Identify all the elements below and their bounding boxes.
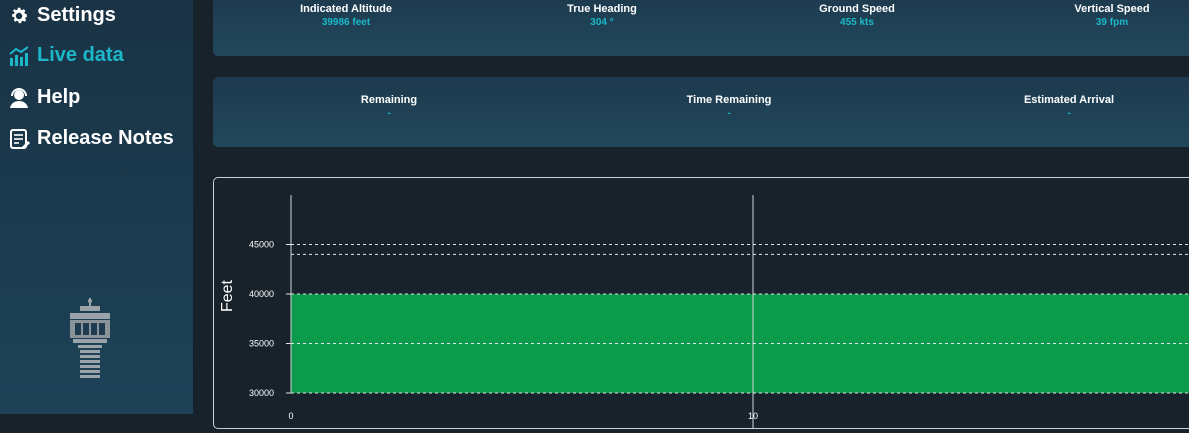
stat-label: Time Remaining xyxy=(686,94,772,106)
nav-label: Release Notes xyxy=(37,127,174,149)
nav-label: Help xyxy=(37,86,81,108)
stat-value: - xyxy=(727,108,731,119)
sidebar: Settings Live data Help Release Notes xyxy=(0,0,193,414)
altitude-chart: 4500040000350003000054010Feet xyxy=(219,195,1189,428)
stat-label: Estimated Arrival xyxy=(1023,94,1115,106)
stat-label: Vertical Speed xyxy=(1074,3,1150,15)
stat-value: 304 ° xyxy=(590,17,614,28)
chart-icon xyxy=(8,45,30,67)
nav-label: Settings xyxy=(37,4,116,26)
stat-estimated-arrival: Estimated Arrival - xyxy=(1024,94,1114,119)
stat-label: Ground Speed xyxy=(819,3,895,15)
x-tick-label: 10 xyxy=(748,411,758,421)
stat-label: Indicated Altitude xyxy=(300,3,392,15)
nav-item-live-data[interactable]: Live data xyxy=(8,44,124,67)
support-agent-icon xyxy=(8,87,30,109)
stat-value: - xyxy=(387,108,391,119)
route-stats-card: Remaining - Time Remaining - Estimated A… xyxy=(213,77,1189,147)
y-tick-label: 30000 xyxy=(249,388,274,398)
altitude-chart-panel: 4500040000350003000054010Feet xyxy=(213,177,1189,429)
y-tick-label: 40000 xyxy=(249,289,274,299)
nav-item-settings[interactable]: Settings xyxy=(8,4,116,27)
stat-altitude: Indicated Altitude 39986 feet xyxy=(300,3,392,28)
stat-label: True Heading xyxy=(567,3,637,15)
stat-vertical-speed: Vertical Speed 39 fpm xyxy=(1074,3,1149,28)
stat-value: - xyxy=(1067,108,1071,119)
stat-remaining: Remaining - xyxy=(361,94,417,119)
stat-heading: True Heading 304 ° xyxy=(567,3,637,28)
stat-value: 455 kts xyxy=(840,17,874,28)
stat-value: 39 fpm xyxy=(1095,17,1129,28)
y-tick-label: 45000 xyxy=(249,240,274,250)
stat-value: 39986 feet xyxy=(321,17,371,28)
nav-item-help[interactable]: Help xyxy=(8,86,80,109)
x-tick-label: 0 xyxy=(288,411,293,421)
nav-item-release-notes[interactable]: Release Notes xyxy=(8,127,174,150)
flight-stats-card: Indicated Altitude 39986 feet True Headi… xyxy=(213,0,1189,56)
stat-ground-speed: Ground Speed 455 kts xyxy=(819,3,895,28)
gear-icon xyxy=(8,5,30,27)
nav-label: Live data xyxy=(37,44,124,66)
control-tower-icon xyxy=(70,298,110,378)
stat-time-remaining: Time Remaining - xyxy=(687,94,772,119)
y-axis-label: Feet xyxy=(219,279,236,312)
stat-label: Remaining xyxy=(360,94,418,106)
notes-icon xyxy=(8,128,30,150)
y-tick-label: 35000 xyxy=(249,339,274,349)
